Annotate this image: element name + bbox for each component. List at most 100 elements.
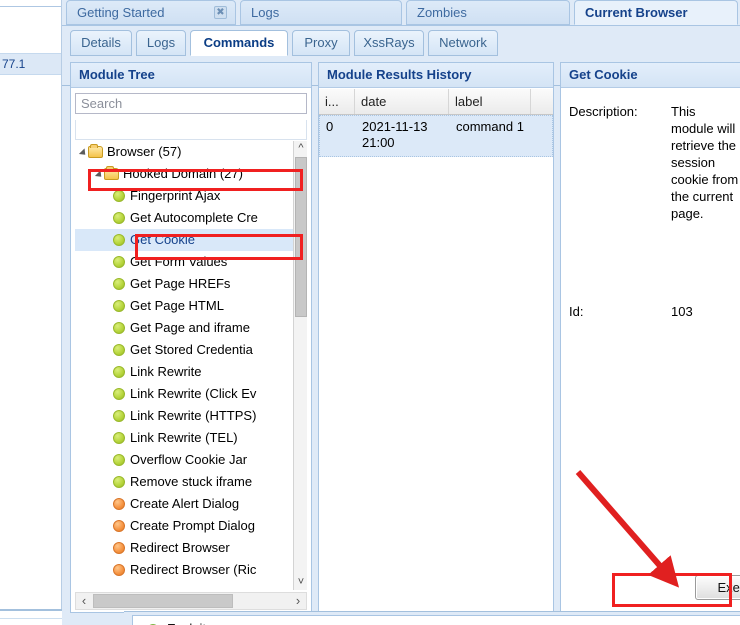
results-history-title: Module Results History [319,63,553,88]
module-status-dot-icon [113,410,125,422]
tab-details[interactable]: Details [70,30,132,56]
tree-node-label: Get Autocomplete Cre [130,210,258,225]
tree-module-node[interactable]: Overflow Cookie Jar [75,449,307,471]
tree-module-node[interactable]: Create Alert Dialog [75,493,307,515]
tree-module-node[interactable]: Get Stored Credentia [75,339,307,361]
module-status-dot-icon [113,278,125,290]
module-tree-list[interactable]: Browser (57) Hooked Domain (27) Fingerprin… [75,141,307,590]
tab-xssrays[interactable]: XssRays [354,30,424,56]
id-value: 103 [671,304,693,319]
module-tree-panel: Module Tree Search Browser (57) Hooked Do… [70,62,312,613]
tab-label: Zombies [417,5,467,20]
module-status-dot-icon [113,542,125,554]
zombie-list-column: 77.1 [0,0,62,625]
table-row[interactable]: 0 2021-11-13 21:00 command 1 [319,115,553,157]
details-title: Get Cookie [561,63,740,88]
tab-zombies[interactable]: Zombies [406,0,570,25]
tree-module-node[interactable]: Link Rewrite (TEL) [75,427,307,449]
tab-commands[interactable]: Commands [190,30,288,56]
get-cookie-highlight-box [135,234,303,260]
divider [0,618,62,619]
search-input[interactable]: Search [75,93,307,114]
tree-module-node[interactable]: Link Rewrite [75,361,307,383]
id-label: Id: [569,304,584,319]
tab-label: Network [439,35,487,50]
tree-node-label: Link Rewrite [130,364,202,379]
column-header-label[interactable]: label [449,89,531,114]
sub-tab-bar: Details Logs Commands Proxy XssRays Netw… [62,28,740,86]
module-status-dot-icon [113,454,125,466]
divider [0,609,62,611]
description-label: Description: [569,104,638,119]
expand-collapse-arrow-icon[interactable] [78,147,89,158]
tab-label: XssRays [363,35,415,50]
tree-horizontal-scrollbar[interactable]: ‹ › [75,592,307,610]
tree-module-node[interactable]: Redirect Browser (Ric [75,559,307,581]
column-header-id[interactable]: i... [319,89,355,114]
tab-proxy[interactable]: Proxy [292,30,350,56]
module-tree-body: Search Browser (57) Hooked Domain (27) Fin… [71,89,311,612]
tree-node-label: Redirect Browser [130,540,230,555]
tab-logs[interactable]: Logs [240,0,402,25]
tree-module-node[interactable]: Create Prompt Dialog [75,515,307,537]
bottom-partial-inner: Exploits [132,615,740,625]
bottom-partial-panel: Exploits [124,611,740,625]
tab-label: Logs [146,35,176,50]
tree-node-label: Remove stuck iframe [130,474,253,489]
scrollbar-thumb[interactable] [93,594,233,608]
tab-label: Details [81,35,121,50]
tree-module-node[interactable]: Redirect Browser [75,537,307,559]
tree-node-label: Browser (57) [107,144,182,159]
cell-id: 0 [326,119,334,134]
tab-logs-sub[interactable]: Logs [136,30,186,56]
description-value: This module will retrieve the session co… [671,104,739,221]
tree-module-node[interactable]: Link Rewrite (HTTPS) [75,405,307,427]
chevron-up-icon[interactable]: ^ [294,141,307,156]
tree-node-label: Get Page HREFs [130,276,231,291]
tree-module-node[interactable]: Get Page HREFs [75,273,307,295]
tab-current-browser[interactable]: Current Browser [574,0,738,25]
divider [0,6,62,7]
chevron-down-icon[interactable]: ˅ [294,575,307,590]
chevron-left-icon[interactable]: ‹ [76,593,92,609]
column-header-date[interactable]: date [355,89,449,114]
results-history-body: i... date label 0 2021-11-13 21:00 comma… [319,89,553,612]
tab-network[interactable]: Network [428,30,498,56]
tab-label: Proxy [304,35,338,50]
close-icon[interactable]: ✖ [214,6,227,19]
module-status-dot-icon [113,212,125,224]
module-status-dot-icon [113,300,125,312]
module-status-dot-icon [113,498,125,510]
module-status-dot-icon [113,520,125,532]
divider [62,25,740,26]
module-status-dot-icon [113,256,125,268]
app-root: 77.1 Getting Started ✖ Logs Zombies Curr… [0,0,740,625]
module-status-dot-icon [113,366,125,378]
module-tree-title: Module Tree [71,63,311,88]
tree-folder-node[interactable]: Browser (57) [75,141,307,163]
module-status-dot-icon [113,344,125,356]
chevron-right-icon[interactable]: › [290,593,306,609]
cell-label: command 1 [456,119,524,134]
tree-node-label: Redirect Browser (Ric [130,562,257,577]
zombie-host-row[interactable]: 77.1 [0,53,62,75]
tree-module-node[interactable]: Link Rewrite (Click Ev [75,383,307,405]
tab-label: Logs [251,5,280,20]
tab-label: Getting Started [77,5,165,20]
tree-node-label: Get Stored Credentia [130,342,253,357]
tab-getting-started[interactable]: Getting Started ✖ [66,0,236,25]
tab-label: Current Browser [585,5,688,20]
tree-module-node[interactable]: Get Autocomplete Cre [75,207,307,229]
module-status-dot-icon [113,234,125,246]
module-status-dot-icon [113,564,125,576]
tree-module-node[interactable]: Remove stuck iframe [75,471,307,493]
tree-node-label: Link Rewrite (HTTPS) [130,408,257,423]
tree-module-node[interactable]: Get Page and iframe [75,317,307,339]
tree-vertical-scrollbar[interactable]: ^ ˅ [293,141,307,590]
results-grid-header: i... date label [319,89,553,115]
module-status-dot-icon [113,322,125,334]
tab-label: Commands [203,35,275,50]
tree-node-label: Overflow Cookie Jar [130,452,248,467]
tree-module-node[interactable]: Get Page HTML [75,295,307,317]
cell-date: 2021-11-13 21:00 [362,119,428,150]
